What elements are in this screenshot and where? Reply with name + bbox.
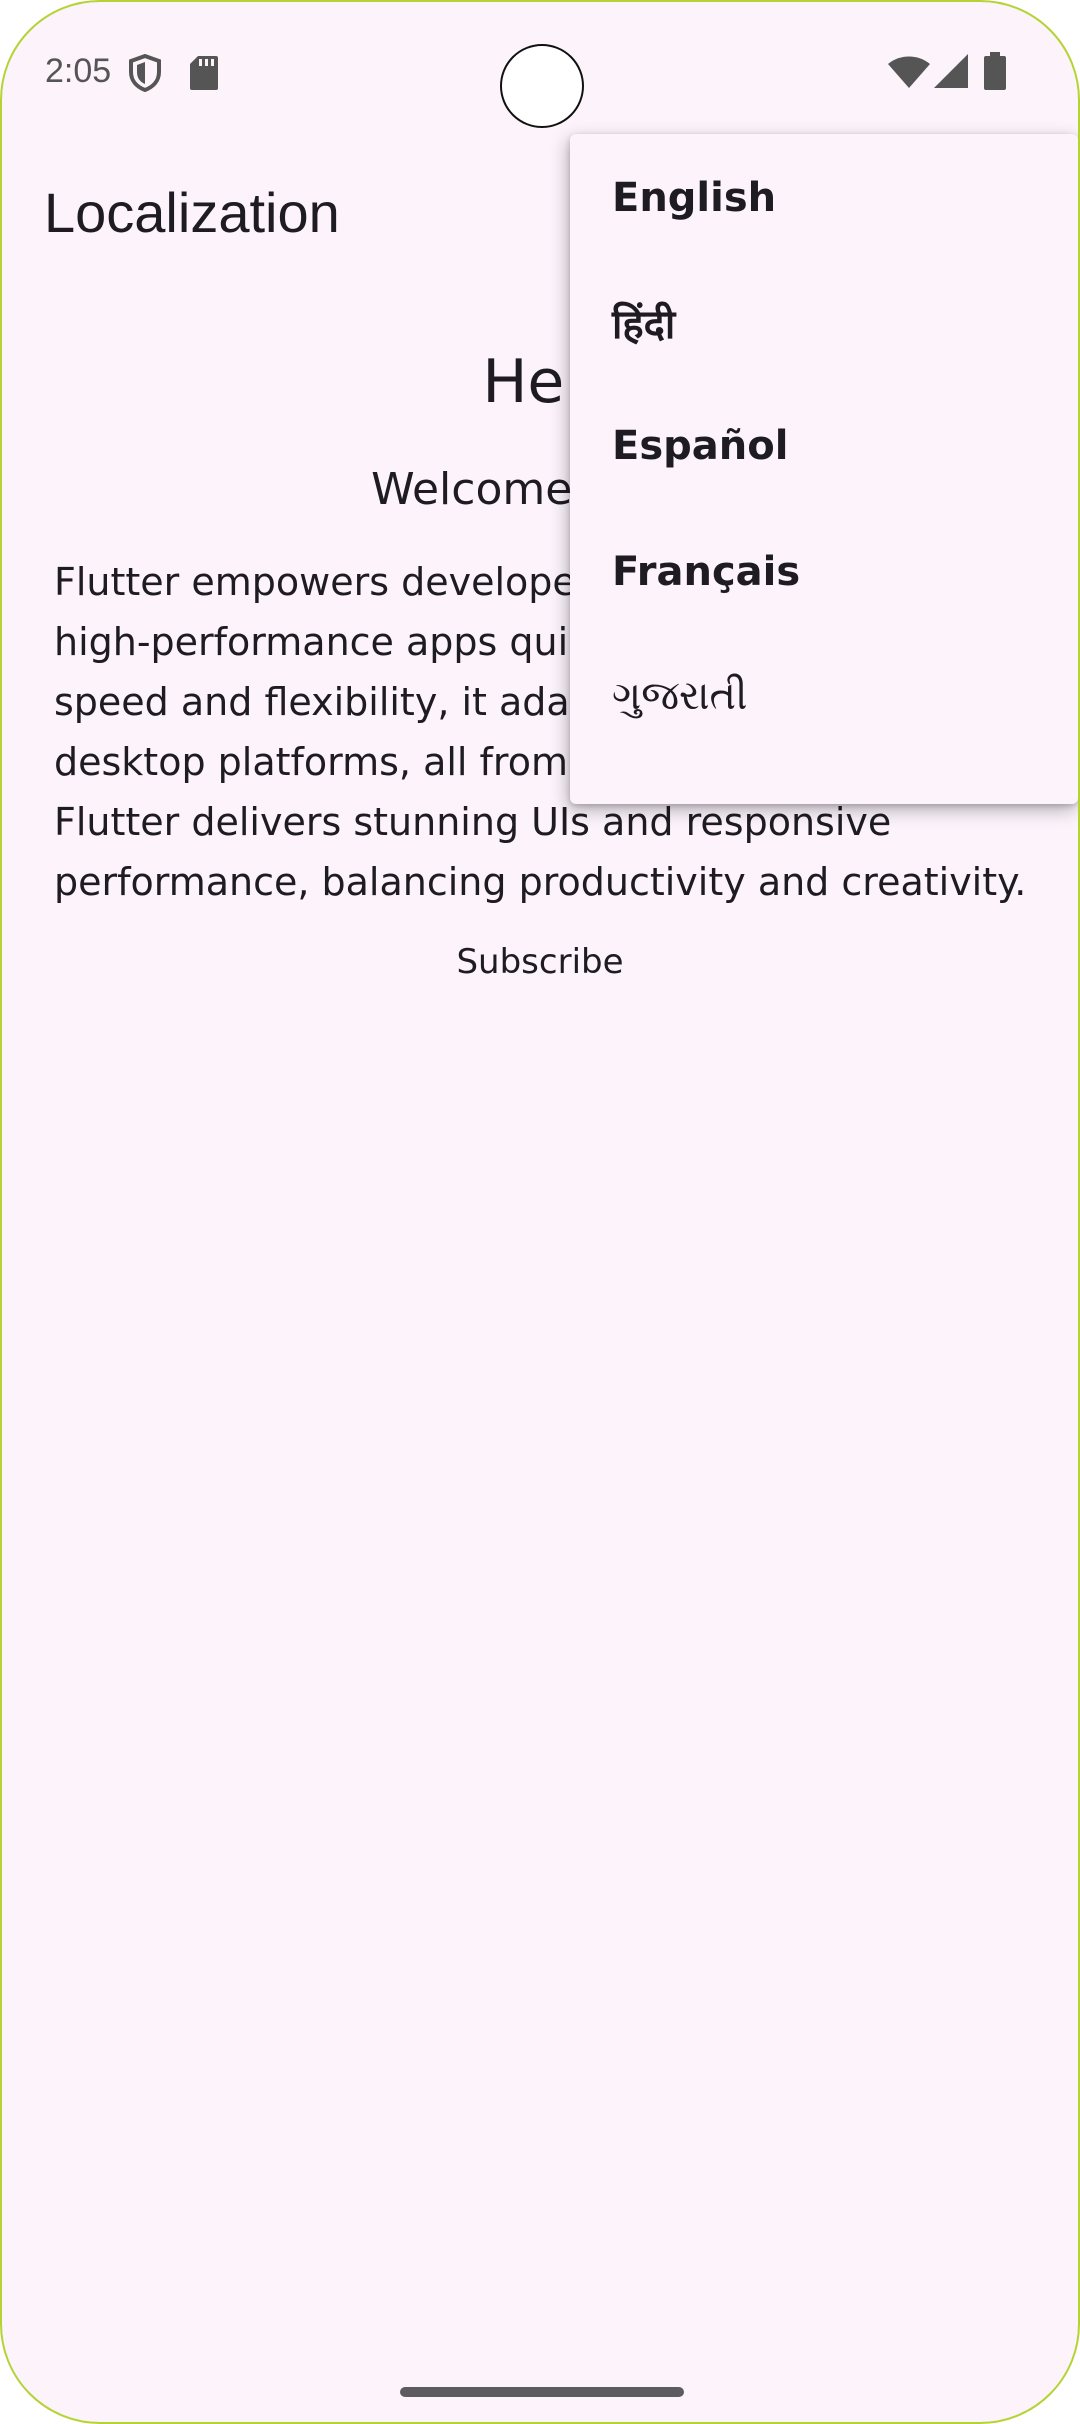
wifi-icon xyxy=(888,56,930,93)
home-indicator[interactable] xyxy=(400,2387,684,2397)
menu-item-french[interactable]: Français xyxy=(570,510,1078,634)
app-bar-title: Localization xyxy=(44,181,340,244)
device-screen: 2:05 Localization Hell Welcome! Let’s Fl… xyxy=(0,0,1080,2424)
battery-icon xyxy=(984,52,1006,95)
sd-card-icon xyxy=(190,56,218,95)
paragraph-line: performance, balancing productivity and … xyxy=(54,860,1027,904)
status-bar: 2:05 xyxy=(2,2,1078,142)
status-time: 2:05 xyxy=(45,52,112,90)
signal-icon xyxy=(934,54,968,93)
subscribe-button[interactable]: Subscribe xyxy=(2,942,1078,982)
shield-icon xyxy=(128,53,162,97)
menu-item-english[interactable]: English xyxy=(570,136,1078,260)
menu-item-hindi[interactable]: हिंदी xyxy=(570,260,1078,384)
camera-cutout xyxy=(500,44,584,128)
menu-item-gujarati[interactable]: ગુજરાતી xyxy=(570,634,1078,758)
language-menu: English हिंदी Español Français ગુજરાતી xyxy=(570,134,1078,804)
menu-item-spanish[interactable]: Español xyxy=(570,384,1078,508)
